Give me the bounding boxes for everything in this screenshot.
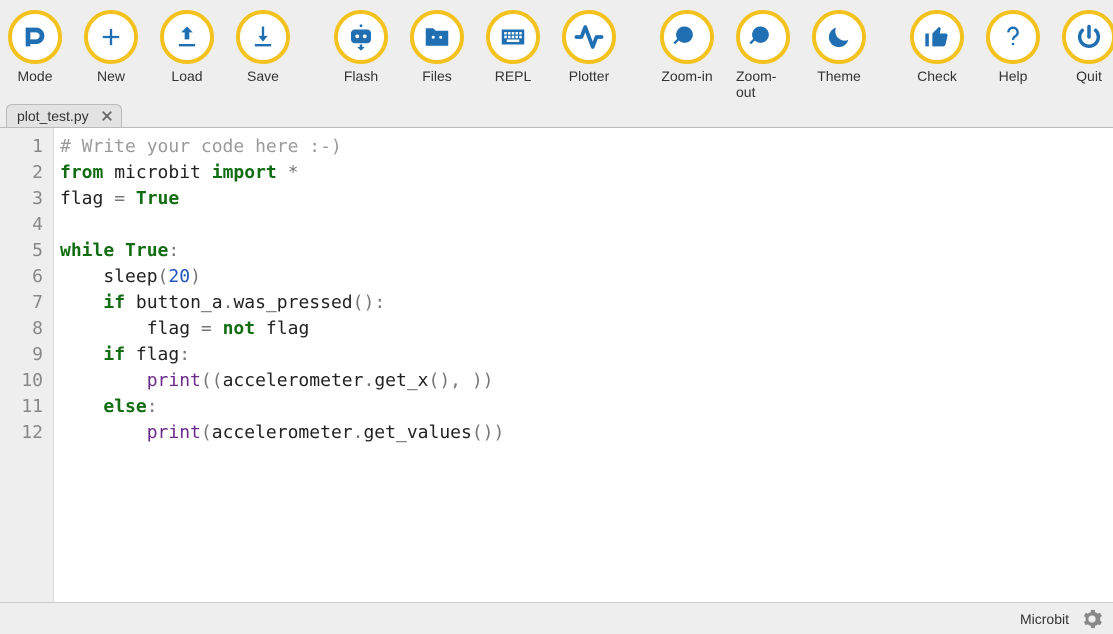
activity-icon bbox=[562, 10, 616, 64]
plus-icon bbox=[84, 10, 138, 64]
plotter-label: Plotter bbox=[569, 68, 609, 84]
code-line[interactable] bbox=[60, 212, 504, 238]
robot-download-icon bbox=[334, 10, 388, 64]
code-line[interactable]: else: bbox=[60, 394, 504, 420]
upload-icon bbox=[160, 10, 214, 64]
download-icon bbox=[236, 10, 290, 64]
flash-label: Flash bbox=[344, 68, 378, 84]
flash-button[interactable]: Flash bbox=[334, 10, 388, 100]
tab-filename-label: plot_test.py bbox=[17, 108, 89, 124]
repl-label: REPL bbox=[495, 68, 532, 84]
load-button[interactable]: Load bbox=[160, 10, 214, 100]
files-label: Files bbox=[422, 68, 452, 84]
line-number: 11 bbox=[10, 394, 43, 420]
code-line[interactable]: # Write your code here :-) bbox=[60, 134, 504, 160]
zoom-out-button[interactable]: Zoom-out bbox=[736, 10, 790, 100]
check-button[interactable]: Check bbox=[910, 10, 964, 100]
editor-area[interactable]: 123456789101112 # Write your code here :… bbox=[0, 127, 1113, 602]
code-line[interactable]: flag = not flag bbox=[60, 316, 504, 342]
save-label: Save bbox=[247, 68, 279, 84]
code-line[interactable]: if button_a.was_pressed(): bbox=[60, 290, 504, 316]
quit-button[interactable]: Quit bbox=[1062, 10, 1113, 100]
line-number: 9 bbox=[10, 342, 43, 368]
theme-label: Theme bbox=[817, 68, 861, 84]
repl-button[interactable]: REPL bbox=[486, 10, 540, 100]
line-number: 12 bbox=[10, 420, 43, 446]
new-label: New bbox=[97, 68, 125, 84]
line-number: 5 bbox=[10, 238, 43, 264]
toolbar: Mode New Load Save Flash Files REPL bbox=[0, 0, 1113, 104]
line-number: 6 bbox=[10, 264, 43, 290]
thumbs-up-icon bbox=[910, 10, 964, 64]
question-icon bbox=[986, 10, 1040, 64]
line-number: 3 bbox=[10, 186, 43, 212]
load-label: Load bbox=[171, 68, 202, 84]
code-line[interactable]: while True: bbox=[60, 238, 504, 264]
code-line[interactable]: print((accelerometer.get_x(), )) bbox=[60, 368, 504, 394]
tab-file[interactable]: plot_test.py bbox=[6, 104, 122, 127]
line-number: 8 bbox=[10, 316, 43, 342]
close-icon[interactable] bbox=[99, 108, 115, 124]
gear-icon[interactable] bbox=[1081, 608, 1103, 630]
moon-icon bbox=[812, 10, 866, 64]
line-number: 1 bbox=[10, 134, 43, 160]
power-icon bbox=[1062, 10, 1113, 64]
theme-button[interactable]: Theme bbox=[812, 10, 866, 100]
folder-robot-icon bbox=[410, 10, 464, 64]
mode-button[interactable]: Mode bbox=[8, 10, 62, 100]
zoom-in-label: Zoom-in bbox=[661, 68, 712, 84]
help-button[interactable]: Help bbox=[986, 10, 1040, 100]
line-number: 10 bbox=[10, 368, 43, 394]
keyboard-icon bbox=[486, 10, 540, 64]
status-bar: Microbit bbox=[0, 602, 1113, 634]
code-line[interactable]: sleep(20) bbox=[60, 264, 504, 290]
zoom-out-label: Zoom-out bbox=[736, 68, 790, 100]
code-line[interactable]: flag = True bbox=[60, 186, 504, 212]
tab-bar: plot_test.py bbox=[0, 104, 1113, 127]
status-mode-label: Microbit bbox=[1020, 611, 1069, 627]
quit-label: Quit bbox=[1076, 68, 1102, 84]
line-number: 4 bbox=[10, 212, 43, 238]
plotter-button[interactable]: Plotter bbox=[562, 10, 616, 100]
mode-label: Mode bbox=[17, 68, 52, 84]
line-number: 7 bbox=[10, 290, 43, 316]
line-number-gutter: 123456789101112 bbox=[0, 128, 54, 602]
save-button[interactable]: Save bbox=[236, 10, 290, 100]
check-label: Check bbox=[917, 68, 957, 84]
files-button[interactable]: Files bbox=[410, 10, 464, 100]
line-number: 2 bbox=[10, 160, 43, 186]
help-label: Help bbox=[999, 68, 1028, 84]
code-line[interactable]: if flag: bbox=[60, 342, 504, 368]
zoom-in-icon bbox=[660, 10, 714, 64]
code-line[interactable]: print(accelerometer.get_values()) bbox=[60, 420, 504, 446]
mode-icon bbox=[8, 10, 62, 64]
new-button[interactable]: New bbox=[84, 10, 138, 100]
zoom-in-button[interactable]: Zoom-in bbox=[660, 10, 714, 100]
zoom-out-icon bbox=[736, 10, 790, 64]
code-line[interactable]: from microbit import * bbox=[60, 160, 504, 186]
code-content[interactable]: # Write your code here :-)from microbit … bbox=[54, 128, 504, 602]
